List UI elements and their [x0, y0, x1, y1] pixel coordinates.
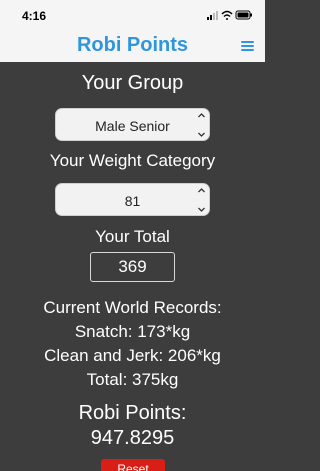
- nav-bar: Robi Points: [0, 30, 265, 62]
- total-heading: Your Total: [95, 227, 170, 246]
- status-bar: 4:16: [0, 0, 265, 30]
- weight-picker[interactable]: 81: [55, 183, 210, 216]
- clean-jerk-record: Clean and Jerk: 206*kg: [44, 346, 221, 365]
- battery-icon: [235, 10, 252, 20]
- status-icons: [207, 10, 252, 20]
- cellular-signal-icon: [207, 11, 218, 20]
- snatch-record: Snatch: 173*kg: [74, 322, 191, 341]
- total-input[interactable]: 369: [90, 252, 175, 282]
- result-heading: Robi Points:: [78, 402, 187, 424]
- reset-button[interactable]: Reset: [101, 459, 165, 471]
- weight-picker-value: 81: [124, 193, 141, 209]
- app-title: Robi Points: [76, 34, 189, 56]
- group-picker-value: Male Senior: [95, 118, 170, 134]
- total-input-value: 369: [118, 257, 147, 276]
- group-heading: Your Group: [81, 72, 184, 94]
- records-heading: Current World Records:: [43, 298, 222, 317]
- up-down-chevron-icon: [198, 113, 205, 137]
- up-down-chevron-icon: [198, 188, 205, 212]
- result-value: 947.8295: [90, 427, 175, 449]
- group-picker[interactable]: Male Senior: [55, 108, 210, 141]
- status-time: 4:16: [22, 9, 47, 23]
- total-record: Total: 375kg: [86, 370, 179, 389]
- hamburger-menu-icon[interactable]: [241, 41, 254, 51]
- wifi-icon: [221, 10, 233, 20]
- weight-heading: Your Weight Category: [49, 151, 216, 170]
